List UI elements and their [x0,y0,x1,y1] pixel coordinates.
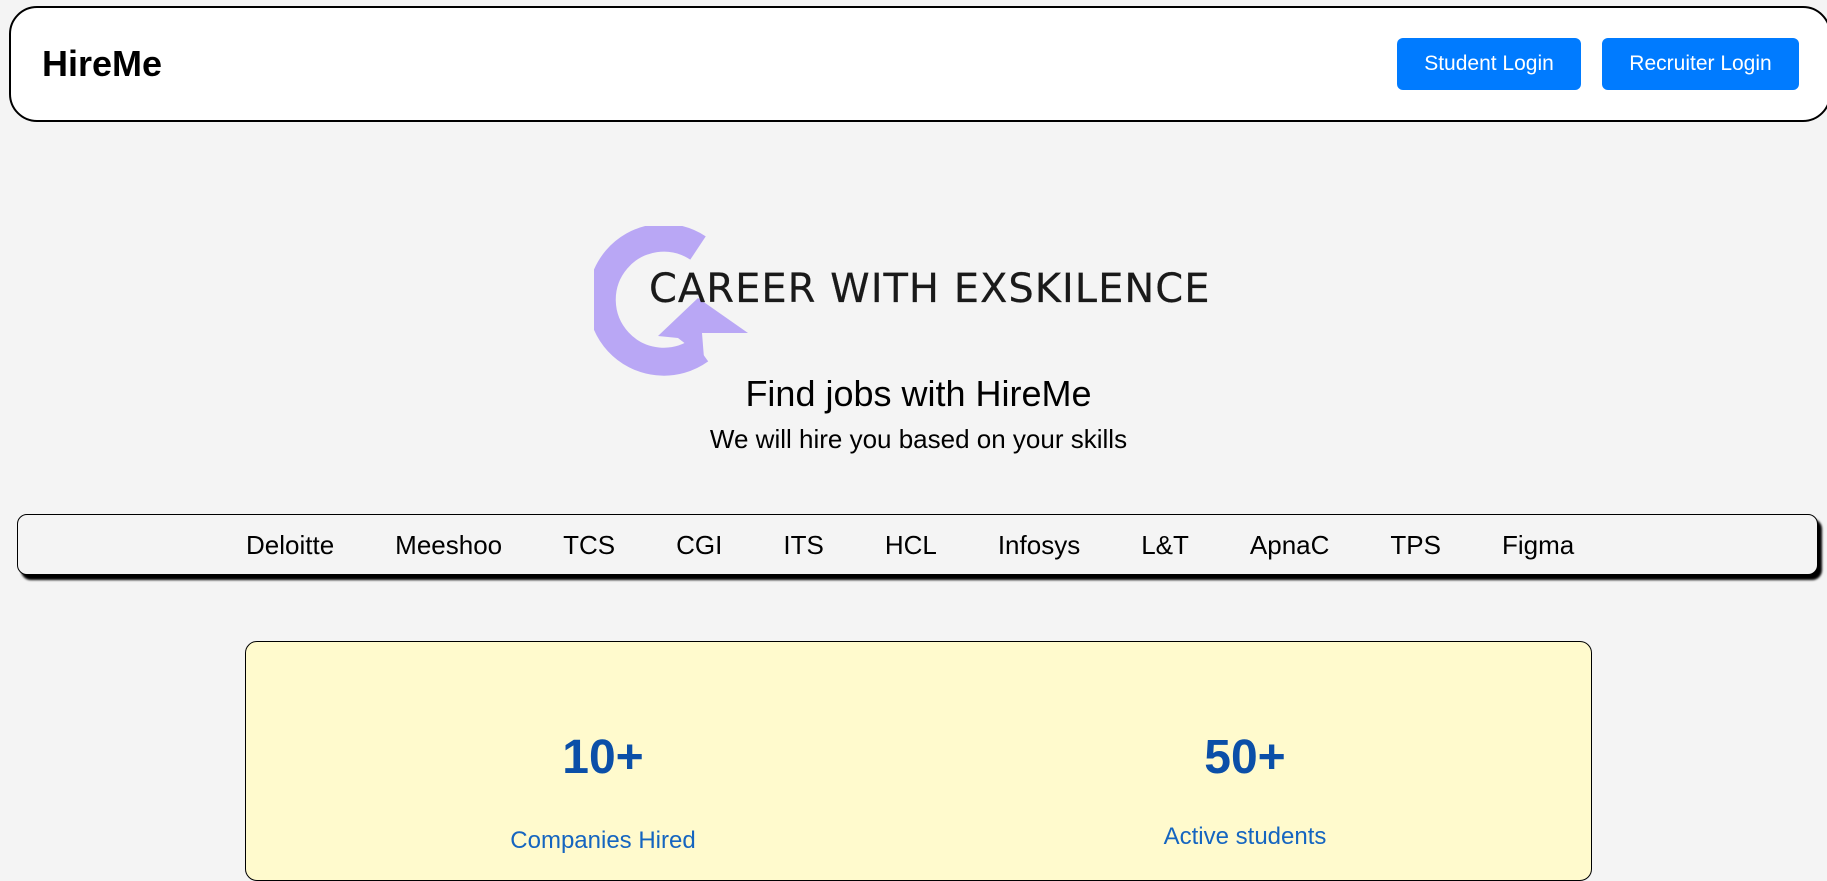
company-list: Deloitte Meeshoo TCS CGI ITS HCL Infosys… [246,515,1635,576]
logo-text: CAREER WITH EXSKILENCE [649,266,1211,312]
company-strip: Deloitte Meeshoo TCS CGI ITS HCL Infosys… [17,514,1818,575]
company-item: Deloitte [246,530,335,560]
career-with-exskilence-logo: CAREER WITH EXSKILENCE [587,223,1276,378]
company-item: ApnaC [1249,530,1330,560]
brand-title[interactable]: HireMe [42,43,162,85]
company-item: TPS [1390,530,1441,560]
stat-value: 10+ [562,731,644,784]
company-item: HCL [884,530,937,560]
student-login-button[interactable]: Student Login [1397,38,1581,90]
navbar: HireMe Student Login Recruiter Login [9,6,1827,122]
circular-arrow-icon: CAREER WITH EXSKILENCE [587,223,1211,376]
hero-title: Find jobs with HireMe [745,373,1092,414]
company-item: Infosys [997,530,1081,560]
company-item: CGI [676,530,723,560]
company-item: Figma [1501,530,1575,560]
stat-label: Active students [1163,823,1327,850]
stat-value: 50+ [1204,731,1286,784]
stat-label: Companies Hired [510,827,696,854]
stats-card: 10+ Companies Hired 50+ Active students [245,641,1592,881]
company-item: Meeshoo [395,530,503,560]
company-item: TCS [563,530,616,560]
nav-actions: Student Login Recruiter Login [1397,38,1799,90]
hero-subtitle: We will hire you based on your skills [709,424,1128,454]
company-item: ITS [783,530,824,560]
recruiter-login-button[interactable]: Recruiter Login [1602,38,1799,90]
company-item: L&T [1141,530,1189,560]
